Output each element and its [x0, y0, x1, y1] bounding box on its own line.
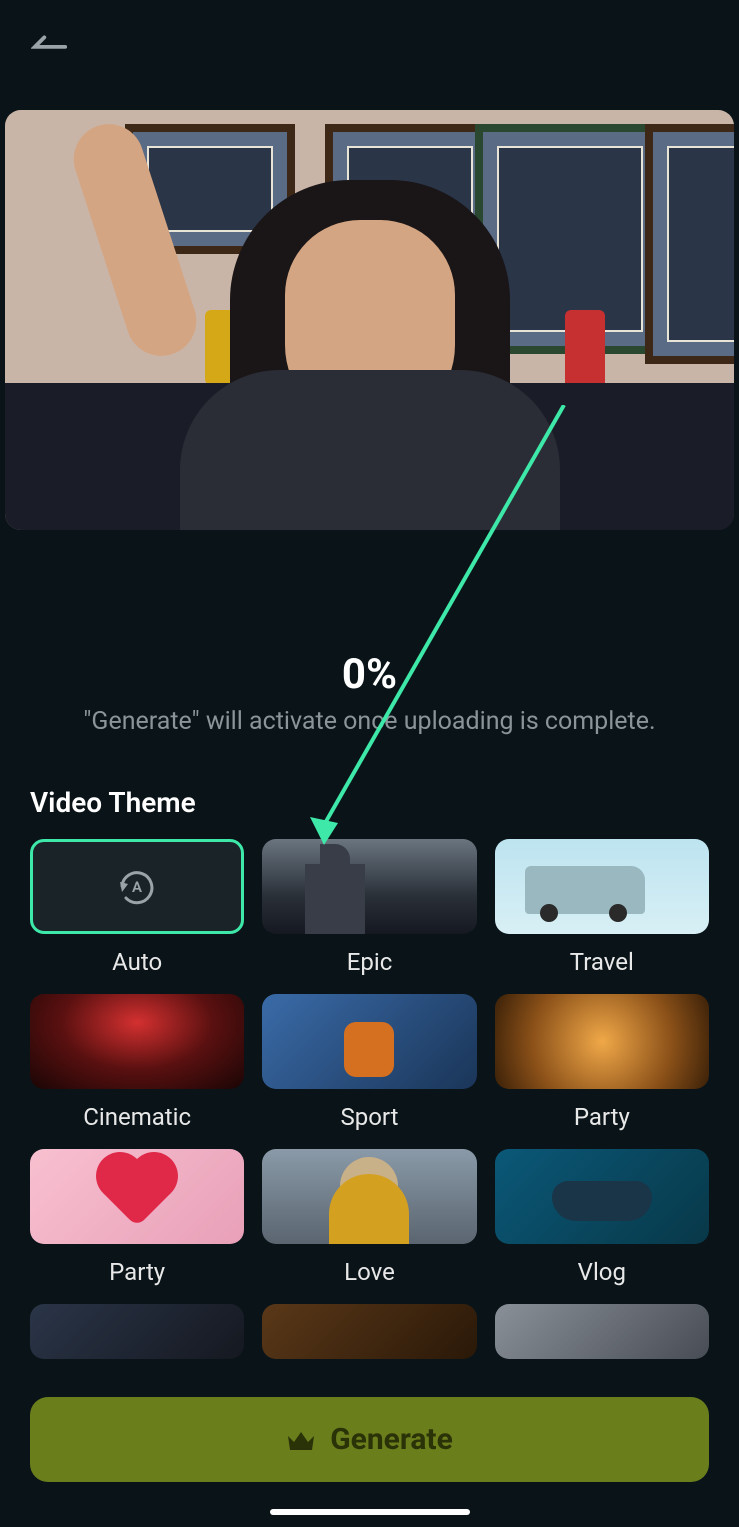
theme-item-cinematic[interactable]: Cinematic	[30, 994, 244, 1131]
theme-label: Travel	[570, 948, 634, 976]
generate-label: Generate	[330, 1422, 453, 1457]
back-arrow-icon	[31, 33, 69, 57]
theme-item-partial[interactable]	[495, 1304, 709, 1359]
upload-progress-hint: "Generate" will activate once uploading …	[40, 707, 699, 736]
theme-item-party2[interactable]: Party	[30, 1149, 244, 1286]
theme-thumb-party2	[30, 1149, 244, 1244]
theme-thumb-travel	[495, 839, 709, 934]
theme-item-auto[interactable]: A Auto	[30, 839, 244, 976]
theme-item-epic[interactable]: Epic	[262, 839, 476, 976]
theme-thumb-love	[262, 1149, 476, 1244]
theme-grid: A Auto Epic Travel Cinematic Sport Party	[0, 839, 739, 1359]
theme-thumb-party	[495, 994, 709, 1089]
back-button[interactable]	[30, 30, 70, 60]
theme-thumb-sport	[262, 994, 476, 1089]
theme-item-party[interactable]: Party	[495, 994, 709, 1131]
video-preview	[5, 110, 734, 530]
section-title-video-theme: Video Theme	[0, 736, 739, 839]
home-indicator[interactable]	[270, 1509, 470, 1515]
theme-label: Love	[344, 1258, 395, 1286]
theme-item-vlog[interactable]: Vlog	[495, 1149, 709, 1286]
theme-label: Cinematic	[83, 1103, 191, 1131]
theme-item-partial[interactable]	[262, 1304, 476, 1359]
theme-item-travel[interactable]: Travel	[495, 839, 709, 976]
theme-item-sport[interactable]: Sport	[262, 994, 476, 1131]
svg-text:A: A	[132, 878, 142, 896]
theme-thumb-epic	[262, 839, 476, 934]
crown-icon	[286, 1428, 316, 1452]
theme-thumb-partial	[495, 1304, 709, 1359]
theme-label: Party	[574, 1103, 630, 1131]
theme-thumb-auto: A	[30, 839, 244, 934]
theme-label: Auto	[112, 948, 162, 976]
theme-item-partial[interactable]	[30, 1304, 244, 1359]
theme-label: Sport	[341, 1103, 399, 1131]
theme-thumb-partial	[30, 1304, 244, 1359]
auto-icon: A	[110, 864, 165, 909]
upload-progress-percent: 0%	[40, 650, 699, 699]
theme-thumb-cinematic	[30, 994, 244, 1089]
theme-thumb-partial	[262, 1304, 476, 1359]
theme-item-love[interactable]: Love	[262, 1149, 476, 1286]
theme-label: Party	[109, 1258, 165, 1286]
theme-label: Vlog	[578, 1258, 626, 1286]
generate-button[interactable]: Generate	[30, 1397, 709, 1482]
theme-label: Epic	[347, 948, 393, 976]
theme-thumb-vlog	[495, 1149, 709, 1244]
